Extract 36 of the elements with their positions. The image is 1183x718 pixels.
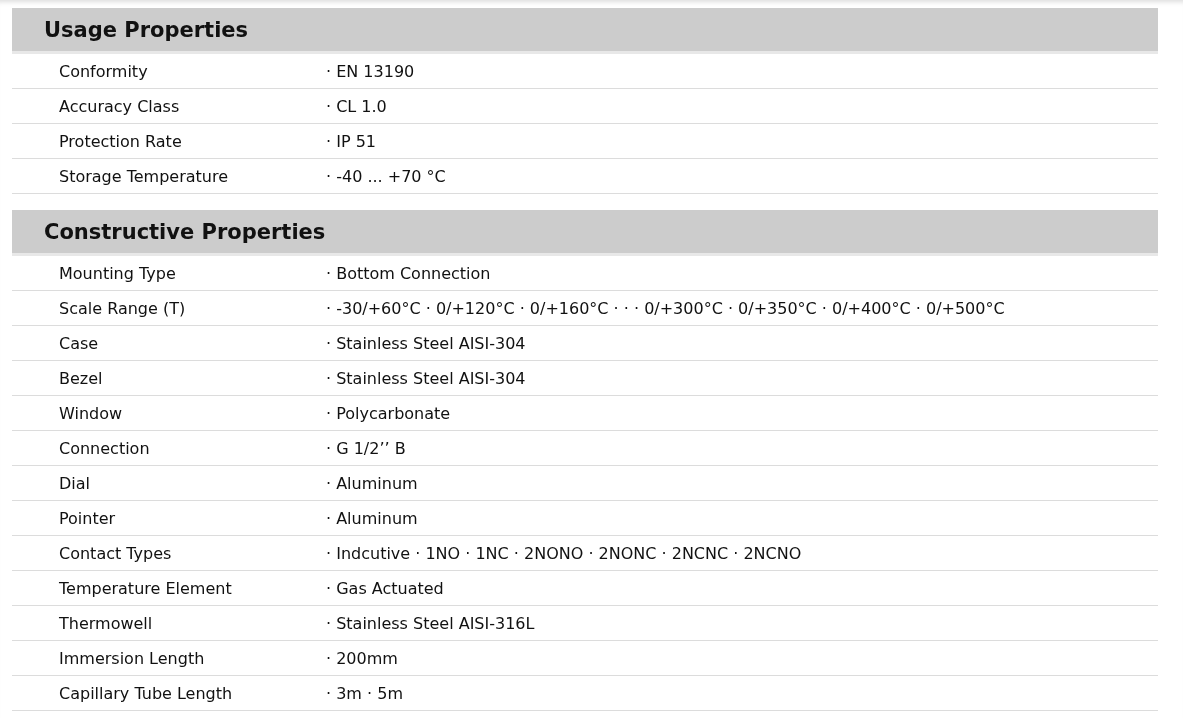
property-value: · EN 13190 [326,61,415,81]
property-label: Connection [58,438,151,458]
property-value: · -30/+60°C · 0/+120°C · 0/+160°C · · · 0/+300°C · 0/+350°C · 0/+400°C · 0/+500°C [326,298,1005,318]
property-label: Pointer [58,508,117,528]
property-label: Case [58,333,100,353]
property-value: · 3m · 5m [326,683,403,703]
property-label: Capillary Tube Length [58,683,234,703]
section-header: Usage Properties [12,8,1158,54]
property-label: Thermowell [58,613,154,633]
property-label: Contact Types [58,543,173,563]
property-value: · Aluminum [326,508,418,528]
property-value: · CL 1.0 [326,96,387,116]
property-value: · -40 ... +70 °C [326,166,446,186]
property-label: Bezel [58,368,104,388]
property-value: · Stainless Steel AISI-316L [326,613,535,633]
property-label: Temperature Element [58,578,233,598]
property-label: Protection Rate [58,131,183,151]
property-value: · Polycarbonate [326,403,451,423]
property-label: Immersion Length [58,648,206,668]
property-value: · Bottom Connection [326,263,491,283]
property-value: · Gas Actuated [326,578,444,598]
property-value: · Indcutive · 1NO · 1NC · 2NONO · 2NONC · 2NCNC · 2NCNO [326,543,802,563]
property-label: Scale Range (T) [58,298,187,318]
property-value: · Aluminum [326,473,418,493]
property-value: · G 1/2’’ B [326,438,406,458]
property-value: · IP 51 [326,131,376,151]
property-value: · 200mm [326,648,398,668]
property-label: Dial [58,473,91,493]
section-header: Constructive Properties [12,210,1158,256]
property-label: Accuracy Class [58,96,181,116]
property-label: Conformity [58,61,149,81]
property-label: Storage Temperature [58,166,230,186]
property-label: Mounting Type [58,263,177,283]
property-value: · Stainless Steel AISI-304 [326,333,526,353]
property-value: · Stainless Steel AISI-304 [326,368,526,388]
property-label: Window [58,403,124,423]
